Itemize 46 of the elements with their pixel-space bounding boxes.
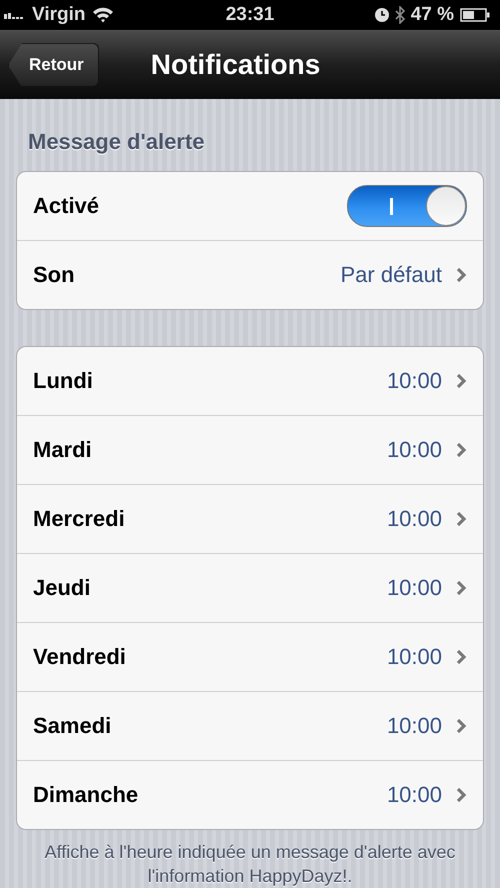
chevron-icon bbox=[456, 373, 467, 389]
status-time: 23:31 bbox=[226, 4, 274, 26]
settings-row[interactable]: Son Par défaut bbox=[17, 241, 483, 309]
settings-row[interactable]: Jeudi 10:00 bbox=[17, 554, 483, 623]
chevron-icon bbox=[456, 511, 467, 527]
toggle-switch[interactable] bbox=[347, 185, 467, 227]
row-value: Par défaut bbox=[340, 262, 442, 288]
settings-row[interactable]: Mardi 10:00 bbox=[17, 416, 483, 485]
wifi-icon bbox=[92, 7, 114, 24]
row-value: 10:00 bbox=[386, 437, 442, 463]
battery-percentage: 47 % bbox=[410, 4, 454, 26]
settings-row[interactable]: Lundi 10:00 bbox=[17, 347, 483, 416]
settings-row[interactable]: Mercredi 10:00 bbox=[17, 485, 483, 554]
row-label: Activé bbox=[33, 193, 100, 219]
row-label: Vendredi bbox=[33, 644, 127, 670]
chevron-icon bbox=[456, 442, 467, 458]
section-footer: Affiche à l'heure indiquée un message d'alerte avec l'information HappyDayz!. bbox=[16, 840, 484, 888]
row-label: Mercredi bbox=[33, 506, 126, 532]
row-value: 10:00 bbox=[386, 575, 442, 601]
back-button[interactable]: Retour bbox=[8, 43, 99, 88]
settings-row[interactable]: Samedi 10:00 bbox=[17, 692, 483, 761]
row-label: Dimanche bbox=[33, 782, 140, 808]
chevron-icon bbox=[456, 787, 467, 803]
signal-icon bbox=[4, 11, 26, 20]
row-label: Son bbox=[33, 262, 76, 288]
row-value: 10:00 bbox=[386, 713, 442, 739]
carrier-name: Virgin bbox=[32, 4, 86, 26]
row-label: Mardi bbox=[33, 437, 93, 463]
settings-row[interactable]: Vendredi 10:00 bbox=[17, 623, 483, 692]
row-value: 10:00 bbox=[386, 368, 442, 394]
chevron-icon bbox=[456, 580, 467, 596]
clock-icon bbox=[374, 8, 389, 22]
row-value: 10:00 bbox=[386, 782, 442, 808]
chevron-icon bbox=[456, 718, 467, 734]
row-label: Samedi bbox=[33, 713, 112, 739]
section-header: Message d'alerte bbox=[28, 129, 206, 156]
row-label: Jeudi bbox=[33, 575, 92, 601]
row-label: Lundi bbox=[33, 368, 94, 394]
battery-icon bbox=[460, 8, 490, 22]
bluetooth-icon bbox=[394, 6, 405, 24]
settings-row[interactable]: Dimanche 10:00 bbox=[17, 761, 483, 829]
row-value: 10:00 bbox=[386, 644, 442, 670]
navigation-title: Notifications bbox=[150, 49, 320, 82]
chevron-icon bbox=[456, 267, 467, 283]
row-value: 10:00 bbox=[386, 506, 442, 532]
chevron-icon bbox=[456, 649, 467, 665]
